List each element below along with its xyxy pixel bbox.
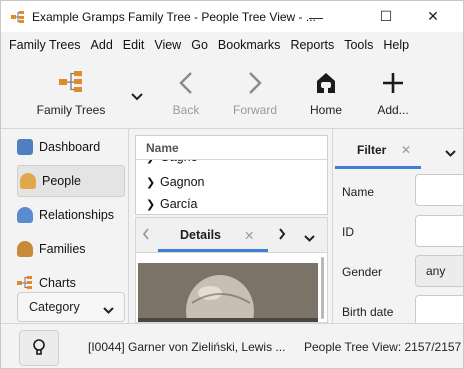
window-title: Example Gramps Family Tree - People Tree… [32, 9, 316, 24]
chevron-down-icon [131, 57, 143, 101]
sidebar-item-dashboard[interactable]: Dashboard [17, 131, 127, 163]
toolbar: Family Trees Back Forward Home Add... [1, 57, 463, 129]
sidebar-item-label: Relationships [39, 208, 115, 222]
title-bar: Example Gramps Family Tree - People Tree… [1, 1, 463, 32]
plus-icon [381, 57, 405, 95]
filter-sidebar: Filter ✕ Name ID Gender any Birth date [332, 129, 463, 323]
menu-bookmarks[interactable]: Bookmarks [213, 38, 286, 52]
expand-arrow-icon[interactable]: ❯ [146, 198, 160, 211]
details-tab-label: Details [180, 228, 221, 242]
minimize-button[interactable]: — [295, 1, 337, 32]
back-label: Back [172, 103, 200, 117]
family-tree-icon [58, 57, 84, 95]
list-item[interactable]: ❯ Gagnon [146, 172, 204, 192]
id-filter-input[interactable] [415, 215, 463, 247]
menu-add[interactable]: Add [86, 38, 118, 52]
close-button[interactable]: ✕ [412, 1, 454, 32]
sidebar-item-relationships[interactable]: Relationships [17, 199, 127, 231]
sidebar-item-label: People [42, 174, 81, 188]
home-button[interactable]: Home [304, 57, 348, 129]
forward-button[interactable]: Forward [227, 57, 283, 129]
status-bar: [I0044] Garner von Zieliński, Lewis ... … [1, 323, 463, 368]
category-label: Category [29, 300, 80, 314]
menu-reports[interactable]: Reports [285, 38, 339, 52]
active-person-status: [I0044] Garner von Zieliński, Lewis ... [88, 340, 286, 354]
family-trees-label: Family Trees [36, 103, 106, 117]
close-tab-icon[interactable]: ✕ [401, 143, 411, 157]
home-icon [314, 57, 338, 95]
menu-view[interactable]: View [149, 38, 186, 52]
sidebar-item-label: Dashboard [39, 140, 101, 154]
name-column-header[interactable]: Name [136, 136, 327, 160]
tab-menu-chevron-icon[interactable] [304, 231, 315, 245]
gramplet-tab-bar: Details ✕ [135, 217, 328, 253]
family-trees-dropdown[interactable] [127, 57, 147, 129]
families-icon [17, 241, 33, 257]
name-filter-input[interactable] [415, 174, 463, 206]
back-button[interactable]: Back [163, 57, 209, 129]
navigator-sidebar: Dashboard People Relationships Families [1, 129, 129, 323]
menu-family-trees[interactable]: Family Trees [4, 38, 86, 52]
birth-date-filter-input[interactable] [415, 295, 463, 323]
category-dropdown[interactable]: Category [17, 292, 125, 322]
details-gramplet [135, 253, 328, 323]
close-tab-icon[interactable]: ✕ [244, 228, 254, 243]
name-filter-label: Name [342, 185, 375, 199]
menu-go[interactable]: Go [186, 38, 213, 52]
add-button[interactable]: Add... [373, 57, 413, 129]
expand-arrow-icon[interactable]: ❯ [146, 176, 160, 189]
list-item-label: García [160, 197, 198, 211]
app-window: Example Gramps Family Tree - People Tree… [0, 0, 464, 369]
sidebar-item-people[interactable]: People [17, 165, 125, 197]
people-icon [20, 173, 36, 189]
list-item-label: Gagnon [160, 175, 205, 189]
gender-filter-combo[interactable]: any [415, 255, 463, 287]
people-tree-list[interactable]: Name ❯ Gagne ❯ Gagnon ❯ García [135, 135, 328, 215]
chevron-down-icon[interactable] [445, 146, 456, 160]
maximize-button[interactable]: ☐ [365, 1, 407, 32]
menu-edit[interactable]: Edit [118, 38, 150, 52]
back-arrow-icon [178, 57, 194, 95]
sidebar-item-families[interactable]: Families [17, 233, 127, 265]
sidebar-item-label: Families [39, 242, 86, 256]
gender-filter-value: any [426, 264, 446, 278]
sidebar-item-label: Charts [39, 276, 76, 290]
forward-arrow-icon [247, 57, 263, 95]
chevron-down-icon [103, 303, 114, 317]
menu-tools[interactable]: Tools [339, 38, 378, 52]
person-photo [138, 263, 318, 322]
active-tab-indicator [158, 249, 268, 252]
charts-icon [17, 275, 33, 291]
tab-scroll-left-icon[interactable] [142, 228, 150, 243]
gramps-app-icon [11, 10, 25, 24]
menu-help[interactable]: Help [378, 38, 414, 52]
tab-details[interactable]: Details ✕ [158, 218, 268, 252]
lightbulb-icon[interactable] [19, 330, 59, 366]
relationships-icon [17, 207, 33, 223]
tab-scroll-right-icon[interactable] [278, 228, 286, 243]
family-trees-button[interactable]: Family Trees [31, 57, 111, 129]
details-scrollbar[interactable] [321, 257, 324, 319]
birth-date-filter-label: Birth date [342, 305, 394, 319]
home-label: Home [309, 103, 342, 117]
id-filter-label: ID [342, 225, 354, 239]
gender-filter-label: Gender [342, 265, 383, 279]
tab-filter[interactable]: Filter ✕ [335, 133, 421, 167]
dashboard-icon [17, 139, 33, 155]
list-item[interactable]: ❯ García [146, 194, 198, 214]
active-tab-indicator [335, 166, 421, 169]
forward-label: Forward [232, 103, 277, 117]
add-label: Add... [377, 103, 409, 117]
menu-bar: Family Trees Add Edit View Go Bookmarks … [1, 32, 463, 57]
view-count-status: People Tree View: 2157/2157 [304, 340, 462, 354]
filter-tab-label: Filter [357, 143, 387, 157]
